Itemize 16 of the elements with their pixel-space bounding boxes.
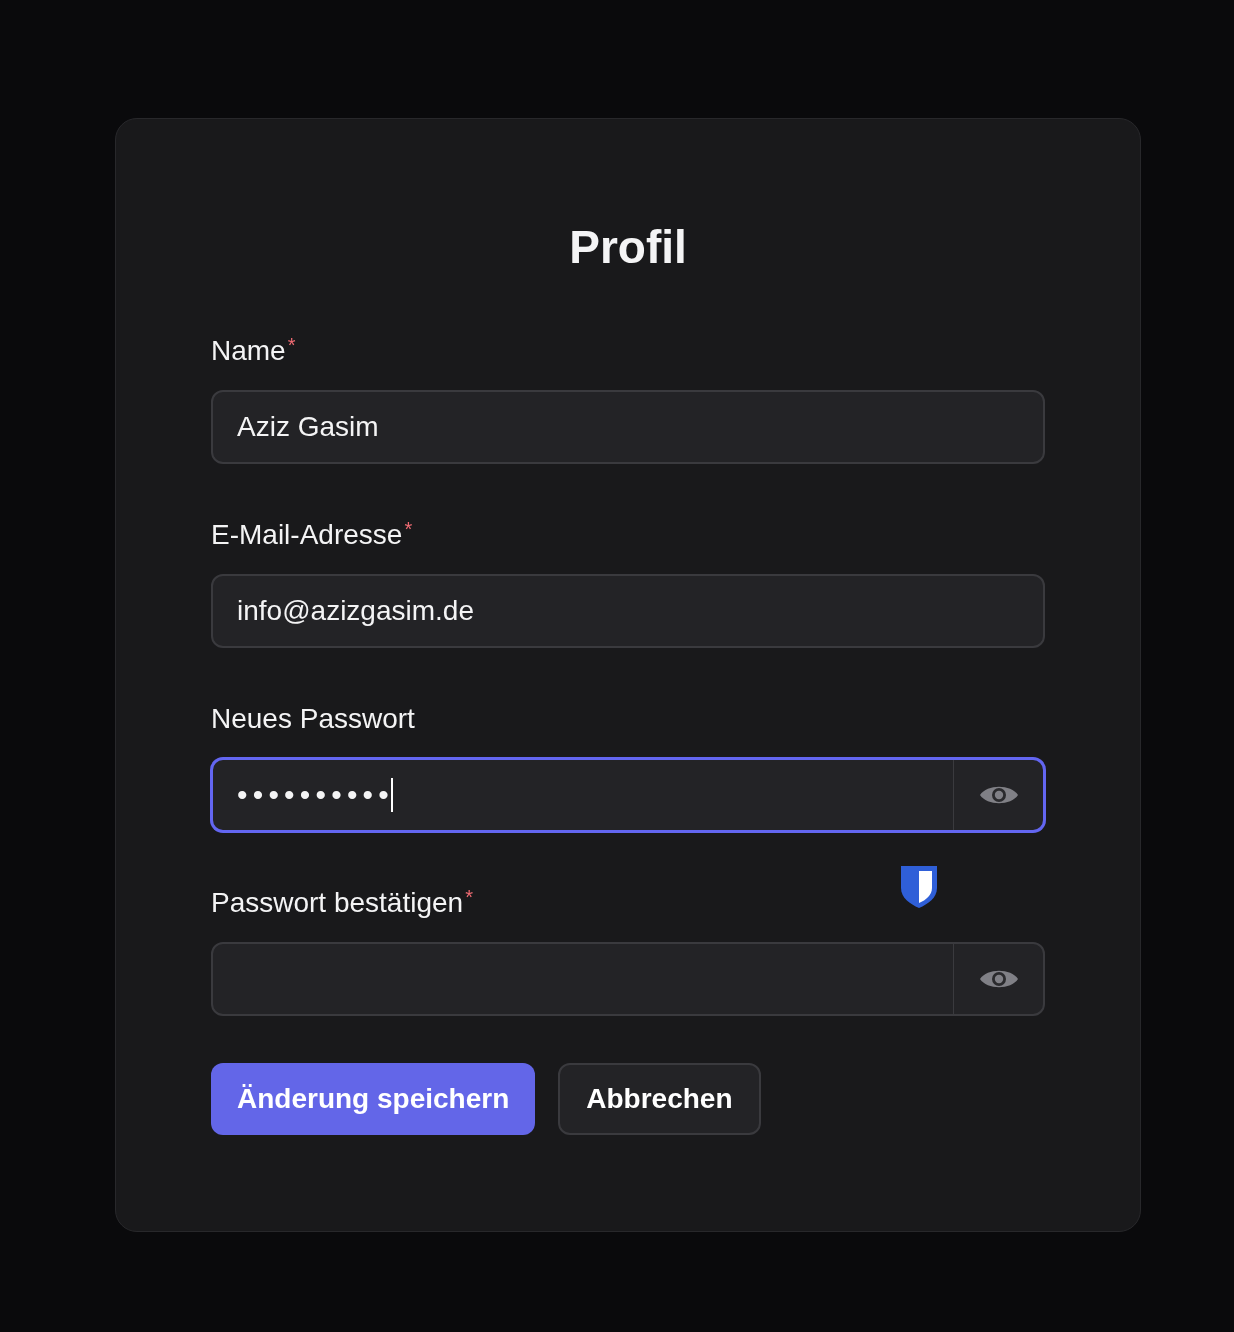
save-button[interactable]: Änderung speichern [211,1063,536,1135]
field-label: Name [211,335,286,367]
field-label: E-Mail-Adresse [211,519,403,551]
field-label: Neues Passwort [211,703,415,735]
text-cursor-icon [391,778,394,812]
email-input[interactable]: info@azizgasim.de [211,574,1045,648]
shield-icon[interactable] [901,866,937,908]
text-input[interactable]: Aziz Gasim [211,390,1045,464]
cancel-button[interactable]: Abbrechen [558,1063,761,1135]
required-mark: * [287,335,296,355]
password-input[interactable] [211,942,1045,1016]
field-label: Passwort bestätigen [211,887,464,919]
required-mark: * [404,519,413,539]
page-title: Profil [568,220,688,274]
password-input[interactable]: •••••••••• [211,758,1045,832]
required-mark: * [465,887,473,907]
